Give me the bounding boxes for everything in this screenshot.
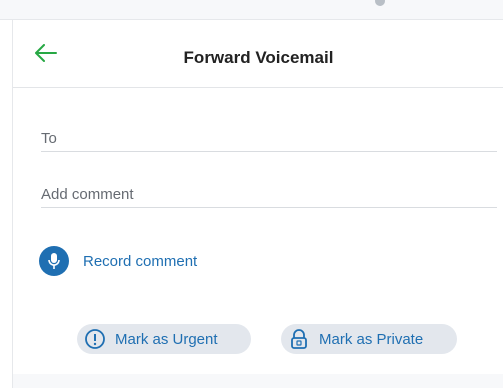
record-comment-label[interactable]: Record comment [83,253,197,270]
page-title: Forward Voicemail [183,48,334,67]
comment-field[interactable] [41,182,497,208]
panel-header: Forward Voicemail [13,20,503,88]
mark-urgent-label: Mark as Urgent [115,330,218,348]
panel-footer [13,374,503,388]
to-field[interactable] [41,126,497,152]
background-window-strip [0,0,503,20]
alert-circle-icon [83,327,107,351]
presence-dot-icon [375,0,385,6]
to-input[interactable] [41,126,497,151]
record-comment-button[interactable]: Record comment [39,246,197,276]
mark-urgent-button[interactable]: Mark as Urgent [77,324,251,354]
forward-voicemail-panel: Forward Voicemail Record comment Mark as… [12,20,503,388]
comment-input[interactable] [41,182,497,207]
microphone-icon[interactable] [39,246,69,276]
mark-private-button[interactable]: Mark as Private [281,324,457,354]
mark-private-label: Mark as Private [319,330,424,348]
lock-icon [287,327,311,351]
